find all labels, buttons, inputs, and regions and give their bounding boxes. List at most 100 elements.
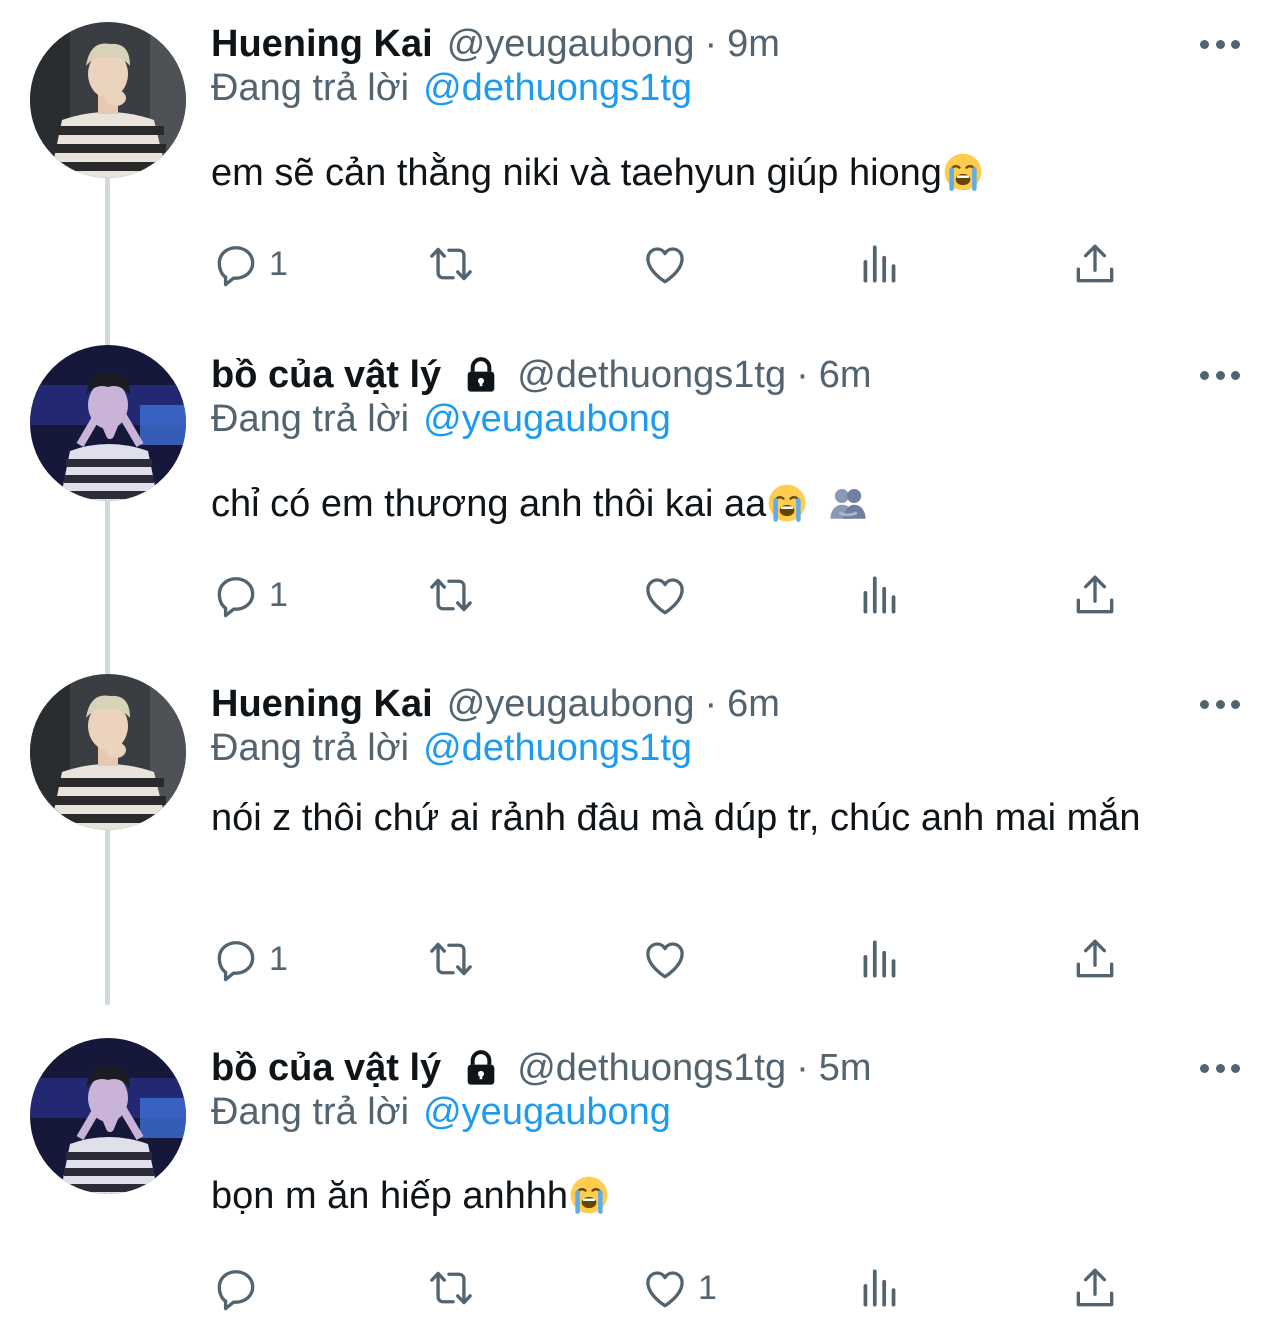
like-button[interactable] — [640, 931, 698, 987]
replying-to-label: Đang trả lời — [211, 67, 410, 109]
avatar[interactable] — [30, 1038, 186, 1194]
heart-icon — [640, 239, 690, 289]
mention-link[interactable]: @yeugaubong — [423, 398, 671, 440]
user-handle[interactable]: @yeugaubong — [447, 682, 695, 726]
loudly-crying-face-icon — [766, 482, 808, 524]
display-name[interactable]: bồ của vật lý — [211, 353, 441, 397]
replying-to: Đang trả lời @dethuongs1tg — [211, 66, 692, 110]
people-hugging-icon — [827, 482, 869, 524]
separator: · — [704, 23, 718, 65]
avatar-image — [30, 674, 186, 830]
avatar[interactable] — [30, 345, 186, 501]
more-options-icon[interactable] — [1200, 365, 1240, 385]
display-name[interactable]: Huening Kai — [211, 22, 433, 66]
replying-to: Đang trả lời @dethuongs1tg — [211, 726, 692, 770]
mention-link[interactable]: @yeugaubong — [423, 1091, 671, 1133]
share-icon — [1070, 934, 1120, 984]
reply-icon — [211, 239, 261, 289]
analytics-button[interactable] — [855, 236, 905, 292]
share-button[interactable] — [1070, 567, 1120, 623]
heart-icon — [640, 934, 690, 984]
retweet-button[interactable] — [426, 567, 484, 623]
analytics-icon — [855, 239, 905, 289]
like-button[interactable]: 1 — [640, 1260, 717, 1316]
tweet-text: em sẽ cản thằng niki và taehyun giúp hio… — [211, 147, 1221, 199]
avatar[interactable] — [30, 22, 186, 178]
avatar-image — [30, 1038, 186, 1194]
more-options-icon[interactable] — [1200, 694, 1240, 714]
tweet-header: bồ của vật lý @dethuongs1tg · 5m — [211, 1038, 872, 1098]
analytics-button[interactable] — [855, 931, 905, 987]
avatar[interactable] — [30, 674, 186, 830]
mention-link[interactable]: @dethuongs1tg — [423, 727, 692, 769]
heart-icon — [640, 1263, 690, 1313]
tweet-text-content: em sẽ cản thằng niki và taehyun giúp hio… — [211, 152, 942, 194]
retweet-icon — [426, 934, 476, 984]
share-button[interactable] — [1070, 1260, 1120, 1316]
user-handle[interactable]: @dethuongs1tg — [517, 353, 786, 397]
tweet[interactable]: Huening Kai @yeugaubong · 6m Đang trả lờ… — [0, 674, 1284, 1014]
replying-to-label: Đang trả lời — [211, 727, 410, 769]
reply-icon — [211, 570, 261, 620]
user-handle[interactable]: @dethuongs1tg — [517, 1046, 786, 1090]
display-name[interactable]: bồ của vật lý — [211, 1046, 441, 1090]
display-name[interactable]: Huening Kai — [211, 682, 433, 726]
separator: · — [796, 354, 809, 396]
user-handle[interactable]: @yeugaubong — [447, 22, 695, 66]
replying-to: Đang trả lời @yeugaubong — [211, 397, 671, 441]
mention-link[interactable]: @dethuongs1tg — [423, 67, 692, 109]
action-bar: 1 — [0, 236, 1284, 292]
share-button[interactable] — [1070, 931, 1120, 987]
tweet-text-content: bọn m ăn hiếp anhhh — [211, 1175, 569, 1217]
retweet-button[interactable] — [426, 931, 484, 987]
lock-icon — [461, 1048, 501, 1088]
more-options-icon[interactable] — [1200, 34, 1240, 54]
tweet[interactable]: bồ của vật lý @dethuongs1tg · 6m Đang tr… — [0, 345, 1284, 655]
analytics-icon — [855, 1263, 905, 1313]
separator: · — [704, 683, 718, 725]
tweet-header: Huening Kai @yeugaubong · 9m — [211, 14, 780, 74]
loudly-crying-face-icon — [568, 1174, 610, 1216]
reply-count: 1 — [269, 244, 288, 283]
reply-button[interactable]: 1 — [211, 931, 288, 987]
reply-button[interactable]: 1 — [211, 567, 288, 623]
action-bar: 1 — [0, 931, 1284, 987]
share-icon — [1070, 239, 1120, 289]
tweet-header: Huening Kai @yeugaubong · 6m — [211, 674, 780, 734]
timestamp[interactable]: 9m — [727, 22, 780, 66]
timestamp[interactable]: 6m — [819, 353, 872, 397]
like-button[interactable] — [640, 236, 698, 292]
tweet-text: chỉ có em thương anh thôi kai aa — [211, 478, 1221, 530]
tweet-text: nói z thôi chứ ai rảnh đâu mà dúp tr, ch… — [211, 792, 1211, 844]
timestamp[interactable]: 6m — [727, 682, 780, 726]
like-count: 1 — [698, 1268, 717, 1307]
retweet-icon — [426, 570, 476, 620]
tweet[interactable]: bồ của vật lý @dethuongs1tg · 5m Đang tr… — [0, 1038, 1284, 1324]
action-bar: 1 — [0, 1260, 1284, 1316]
retweet-button[interactable] — [426, 236, 484, 292]
retweet-icon — [426, 1263, 476, 1313]
share-button[interactable] — [1070, 236, 1120, 292]
reply-button[interactable] — [211, 1260, 269, 1316]
avatar-image — [30, 345, 186, 501]
reply-count: 1 — [269, 939, 288, 978]
more-options-icon[interactable] — [1200, 1058, 1240, 1078]
avatar-image — [30, 22, 186, 178]
loudly-crying-face-icon — [942, 151, 984, 193]
lock-icon — [461, 355, 501, 395]
reply-button[interactable]: 1 — [211, 236, 288, 292]
replying-to-label: Đang trả lời — [211, 398, 410, 440]
analytics-button[interactable] — [855, 567, 905, 623]
tweet-text-content: nói z thôi chứ ai rảnh đâu mà dúp tr, ch… — [211, 797, 1141, 839]
tweet-text-content: chỉ có em thương anh thôi kai aa — [211, 483, 767, 525]
reply-icon — [211, 934, 261, 984]
analytics-button[interactable] — [855, 1260, 905, 1316]
timestamp[interactable]: 5m — [819, 1046, 872, 1090]
tweet[interactable]: Huening Kai @yeugaubong · 9m Đang trả lờ… — [0, 14, 1284, 324]
like-button[interactable] — [640, 567, 698, 623]
retweet-icon — [426, 239, 476, 289]
replying-to-label: Đang trả lời — [211, 1091, 410, 1133]
replying-to: Đang trả lời @yeugaubong — [211, 1090, 671, 1134]
retweet-button[interactable] — [426, 1260, 484, 1316]
analytics-icon — [855, 934, 905, 984]
